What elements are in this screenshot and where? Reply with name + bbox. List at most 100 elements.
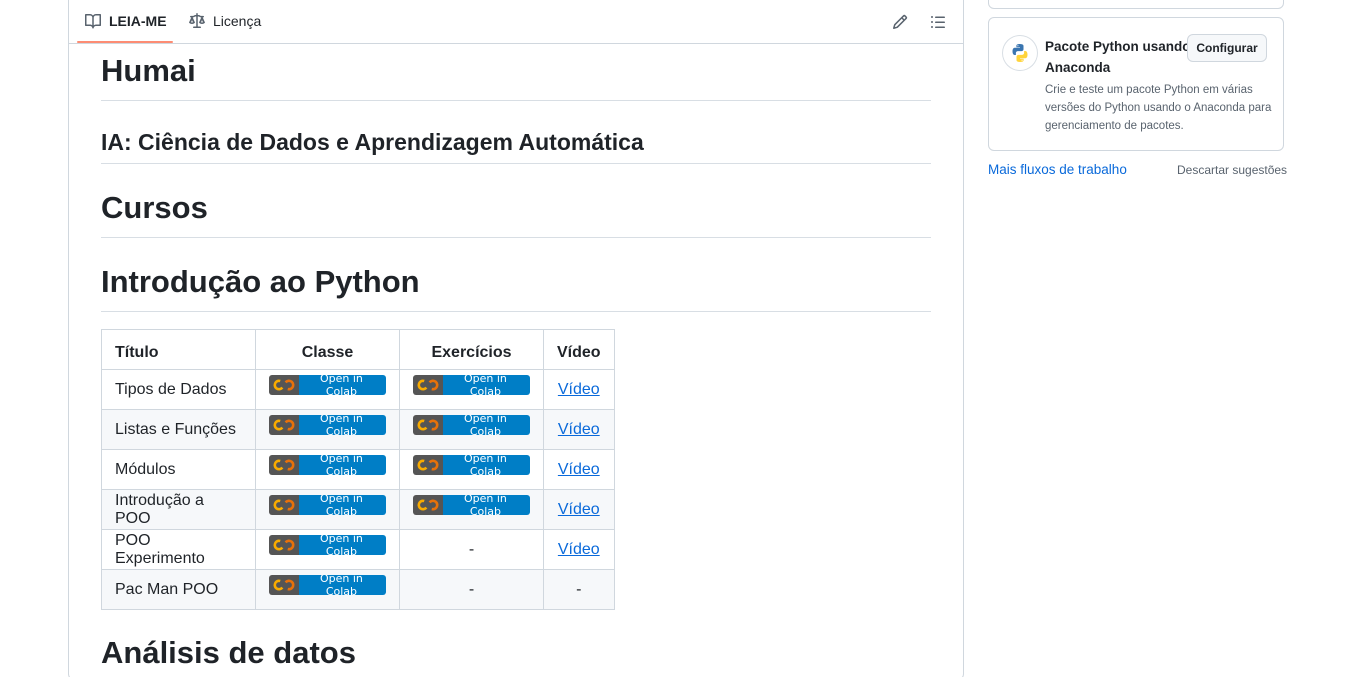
course-title-cell: Tipos de Dados <box>101 369 256 410</box>
more-workflows-link[interactable]: Mais fluxos de trabalho <box>988 162 1127 177</box>
open-in-colab-exercises-badge[interactable]: Open in Colab <box>413 374 530 395</box>
badge-label: Open in Colab <box>298 534 386 555</box>
exercises-cell: - <box>399 529 544 570</box>
badge-label: Open in Colab <box>298 494 386 515</box>
badge-label: Open in Colab <box>442 454 530 475</box>
colab-logo-icon <box>417 379 439 390</box>
sidebar-card-previous <box>988 0 1284 9</box>
tab-readme[interactable]: LEIA-ME <box>85 0 167 44</box>
badge-label: Open in Colab <box>298 574 386 595</box>
open-in-colab-class-badge[interactable]: Open in Colab <box>269 414 386 435</box>
badge-label: Open in Colab <box>442 494 530 515</box>
video-link[interactable]: Vídeo <box>558 421 600 438</box>
heading-cursos: Cursos <box>101 189 931 238</box>
video-link[interactable]: Vídeo <box>558 381 600 398</box>
open-in-colab-class-badge[interactable]: Open in Colab <box>269 454 386 475</box>
colab-logo-icon <box>417 459 439 470</box>
video-cell: Vídeo <box>543 449 615 490</box>
exercises-cell: - <box>399 569 544 610</box>
colab-logo-icon <box>417 419 439 430</box>
table-header-row: Título Classe Exercícios Vídeo <box>101 329 615 370</box>
colab-logo <box>269 374 299 395</box>
course-title-cell: Listas e Funções <box>101 409 256 450</box>
colab-logo-icon <box>417 499 439 510</box>
table-row: Módulos Open in Colab Open in Colab Vídeo <box>101 449 615 490</box>
colab-logo <box>269 414 299 435</box>
open-in-colab-class-badge[interactable]: Open in Colab <box>269 494 386 515</box>
colab-logo-icon <box>273 419 295 430</box>
workflow-card-title: Pacote Python usando Anaconda <box>1045 39 1191 75</box>
open-in-colab-class-badge[interactable]: Open in Colab <box>269 574 386 595</box>
edit-button[interactable] <box>888 10 912 34</box>
heading-humai: Humai <box>101 52 931 101</box>
list-unordered-icon <box>931 16 945 28</box>
colab-logo-icon <box>273 499 295 510</box>
readme-tabbar: LEIA-ME Licença <box>69 0 963 44</box>
colab-logo <box>413 494 443 515</box>
course-title-cell: Introdução a POO <box>101 489 256 530</box>
law-scale-icon <box>189 13 205 28</box>
tab-license[interactable]: Licença <box>189 0 261 44</box>
class-cell: Open in Colab <box>255 569 400 610</box>
open-in-colab-class-badge[interactable]: Open in Colab <box>269 534 386 555</box>
table-row: Pac Man POO Open in Colab - - <box>101 569 615 610</box>
column-header-exercises: Exercícios <box>399 329 544 370</box>
exercises-cell: Open in Colab <box>399 489 544 530</box>
video-cell: Vídeo <box>543 369 615 410</box>
colab-logo-icon <box>273 579 295 590</box>
outline-button[interactable] <box>926 10 950 34</box>
video-link[interactable]: Vídeo <box>558 541 600 558</box>
open-in-colab-exercises-badge[interactable]: Open in Colab <box>413 494 530 515</box>
table-row: Listas e Funções Open in Colab Open in Col… <box>101 409 615 450</box>
heading-python: Introdução ao Python <box>101 263 931 312</box>
tab-readme-label: LEIA-ME <box>109 13 167 29</box>
badge-label: Open in Colab <box>298 374 386 395</box>
video-link[interactable]: Vídeo <box>558 501 600 518</box>
video-cell: Vídeo <box>543 409 615 450</box>
colab-logo-icon <box>273 459 295 470</box>
badge-label: Open in Colab <box>442 414 530 435</box>
video-cell: Vídeo <box>543 529 615 570</box>
video-cell: Vídeo <box>543 489 615 530</box>
course-title-cell: POO Experimento <box>101 529 256 570</box>
open-in-colab-exercises-badge[interactable]: Open in Colab <box>413 414 530 435</box>
colab-logo <box>269 494 299 515</box>
colab-logo-icon <box>273 379 295 390</box>
active-tab-indicator <box>77 41 173 43</box>
configure-button[interactable]: Configurar <box>1187 34 1267 62</box>
badge-label: Open in Colab <box>442 374 530 395</box>
course-title-cell: Módulos <box>101 449 256 490</box>
exercises-cell: Open in Colab <box>399 449 544 490</box>
courses-table: Título Classe Exercícios Vídeo Tipos de … <box>101 329 615 610</box>
heading-analisis: Análisis de datos <box>101 635 356 670</box>
readme-panel: LEIA-ME Licença Humai IA: Ciência de Dad… <box>68 0 964 677</box>
table-row: Introdução a POO Open in Colab Open in Col… <box>101 489 615 530</box>
column-header-video: Vídeo <box>543 329 615 370</box>
python-logo-icon <box>1003 36 1037 70</box>
class-cell: Open in Colab <box>255 449 400 490</box>
empty-dash: - <box>576 580 582 598</box>
empty-dash: - <box>468 580 475 598</box>
colab-logo <box>269 574 299 595</box>
video-cell: - <box>543 569 615 610</box>
course-title-cell: Pac Man POO <box>101 569 256 610</box>
dismiss-suggestions-link[interactable]: Descartar sugestões <box>1177 163 1287 177</box>
colab-logo <box>269 534 299 555</box>
colab-logo <box>413 414 443 435</box>
workflow-card-description: Crie e teste um pacote Python em várias … <box>1045 84 1272 132</box>
badge-label: Open in Colab <box>298 414 386 435</box>
open-in-colab-class-badge[interactable]: Open in Colab <box>269 374 386 395</box>
colab-logo-icon <box>273 539 295 550</box>
badge-label: Open in Colab <box>298 454 386 475</box>
table-row: POO Experimento Open in Colab - Vídeo <box>101 529 615 570</box>
video-link[interactable]: Vídeo <box>558 461 600 478</box>
open-in-colab-exercises-badge[interactable]: Open in Colab <box>413 454 530 475</box>
colab-logo <box>413 454 443 475</box>
empty-dash: - <box>468 540 475 558</box>
book-icon <box>85 14 101 29</box>
colab-logo <box>269 454 299 475</box>
tab-license-label: Licença <box>213 13 262 29</box>
class-cell: Open in Colab <box>255 369 400 410</box>
column-header-title: Título <box>101 329 256 370</box>
column-header-class: Classe <box>255 329 400 370</box>
